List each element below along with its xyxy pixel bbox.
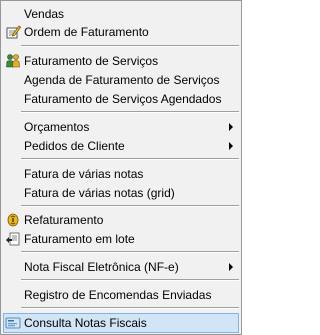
- refresh-coin-icon: [7, 213, 19, 227]
- menu-item-nota-fiscal-eletronica[interactable]: Nota Fiscal Eletrônica (NF-e): [3, 257, 239, 277]
- menu-item-label: Nota Fiscal Eletrônica (NF-e): [24, 260, 179, 274]
- menu-separator: [21, 111, 239, 113]
- batch-document-icon: [6, 232, 20, 246]
- menu-item-vendas[interactable]: Vendas: [3, 4, 239, 24]
- menu-item-pedidos-de-cliente[interactable]: Pedidos de Cliente: [3, 136, 239, 156]
- menu-item-label: Faturamento de Serviços: [24, 54, 159, 68]
- menu-separator: [21, 45, 239, 47]
- menu-item-label: Vendas: [24, 7, 65, 21]
- menu-separator: [21, 158, 239, 160]
- menu-item-fatura-varias-notas-grid[interactable]: Fatura de várias notas (grid): [3, 183, 239, 203]
- menu-item-label: Orçamentos: [24, 120, 90, 134]
- menu-item-label: Refaturamento: [24, 213, 104, 227]
- menu-separator: [21, 307, 239, 309]
- menu-item-orcamentos[interactable]: Orçamentos: [3, 117, 239, 137]
- menu-item-label: Registro de Encomendas Enviadas: [24, 288, 212, 302]
- search-invoice-icon: [5, 317, 21, 329]
- submenu-arrow-icon: [229, 263, 233, 271]
- menu-separator: [21, 251, 239, 253]
- menu-item-fatura-varias-notas[interactable]: Fatura de várias notas: [3, 164, 239, 184]
- menu-item-label: Pedidos de Cliente: [24, 139, 125, 153]
- menu-item-label: Fatura de várias notas (grid): [24, 186, 175, 200]
- menu-item-label: Faturamento de Serviços Agendados: [24, 92, 222, 106]
- menu-item-faturamento-em-lote[interactable]: Faturamento em lote: [3, 229, 239, 249]
- menu-item-faturamento-servicos-agendados[interactable]: Faturamento de Serviços Agendados: [3, 89, 239, 109]
- menu-separator: [21, 205, 239, 207]
- menu-item-label: Agenda de Faturamento de Serviços: [24, 73, 220, 87]
- menu-item-registro-encomendas[interactable]: Registro de Encomendas Enviadas: [3, 285, 239, 305]
- menu-item-label: Consulta Notas Fiscais: [24, 316, 147, 330]
- menu-item-label: Fatura de várias notas: [24, 167, 144, 181]
- submenu-arrow-icon: [229, 123, 233, 131]
- submenu-arrow-icon: [229, 142, 233, 150]
- menu-separator: [21, 279, 239, 281]
- menu-item-faturamento-de-servicos[interactable]: Faturamento de Serviços: [3, 51, 239, 71]
- context-menu: Vendas Ordem de Faturamento Faturamento …: [0, 0, 242, 335]
- menu-item-agenda-de-faturamento[interactable]: Agenda de Faturamento de Serviços: [3, 70, 239, 90]
- menu-item-consulta-notas-fiscais[interactable]: Consulta Notas Fiscais: [3, 313, 239, 333]
- menu-item-ordem-de-faturamento[interactable]: Ordem de Faturamento: [3, 22, 239, 42]
- people-icon: [6, 54, 20, 68]
- menu-item-refaturamento[interactable]: Refaturamento: [3, 210, 239, 230]
- menu-item-label: Ordem de Faturamento: [24, 25, 149, 39]
- menu-item-label: Faturamento em lote: [24, 232, 135, 246]
- edit-document-icon: [6, 25, 21, 39]
